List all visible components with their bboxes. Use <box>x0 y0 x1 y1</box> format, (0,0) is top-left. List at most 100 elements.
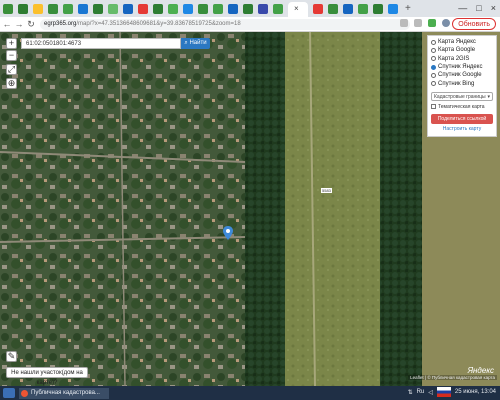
chevron-down-icon: ▾ <box>487 93 490 100</box>
tab-favicon[interactable] <box>3 3 13 14</box>
new-tab-button[interactable]: + <box>405 3 411 14</box>
radio-icon <box>431 72 436 78</box>
satellite-map[interactable]: 5583 <box>0 32 500 386</box>
tab-favicon[interactable] <box>33 3 43 14</box>
map-attribution[interactable]: Leaflet | © Публичная кадастровая карта <box>408 375 497 380</box>
address-bar[interactable]: egrp365.org/map/?x=47.35136648609681&y=3… <box>40 18 410 30</box>
window-controls: — □ × <box>458 3 496 13</box>
zoom-out-button[interactable]: − <box>6 50 17 61</box>
minimize-icon[interactable]: — <box>458 3 467 13</box>
radio-icon <box>431 81 436 87</box>
tab-favicon[interactable] <box>213 3 223 14</box>
thematic-map-checkbox[interactable]: Тематическая карта <box>431 104 493 110</box>
taskbar-item-label: Публичная кадастрова... <box>31 389 100 396</box>
tab-favicon[interactable] <box>388 3 398 14</box>
close-tab-icon[interactable]: × <box>294 4 299 13</box>
yandex-logo: Яндекс <box>467 366 494 375</box>
active-tab[interactable]: × <box>288 2 308 17</box>
update-button[interactable]: Обновить <box>452 18 496 30</box>
location-pin-icon[interactable] <box>223 226 233 240</box>
back-icon[interactable]: ← <box>2 19 12 29</box>
basemap-option[interactable]: Спутник Bing <box>431 79 493 87</box>
edit-icon[interactable]: ✎ <box>6 351 17 362</box>
tab-favicon[interactable] <box>358 3 368 14</box>
tab-favicon[interactable] <box>243 3 253 14</box>
browser-icon <box>21 389 28 397</box>
find-button-label: Найти <box>189 40 207 46</box>
keyboard-layout[interactable]: Ru <box>417 389 425 395</box>
tab-favicon[interactable] <box>258 3 268 14</box>
basemap-option[interactable]: Карта 2GIS <box>431 55 493 63</box>
url-path: /map/?x=47.35136648609681&y=39.836785197… <box>76 21 241 27</box>
basemap-option[interactable]: Карта Яндекс <box>431 38 493 46</box>
system-tray: ⇅ Ru ◁ 25 июня, 13:04 <box>408 387 496 397</box>
zoom-in-button[interactable]: + <box>6 38 17 49</box>
share-link-button[interactable]: Поделиться ссылкой <box>431 113 493 124</box>
tab-favicon[interactable] <box>273 3 283 14</box>
cadastral-search-input[interactable]: 61:02:0501801:4673 <box>21 38 181 49</box>
tab-favicon[interactable] <box>48 3 58 14</box>
browser-toolbar: ← → ↻ egrp365.org/map/?x=47.351366486096… <box>0 17 500 32</box>
layer-panel: Карта Яндекс Карта Google Карта 2GIS Спутни… <box>427 35 497 137</box>
boundaries-select-label: Кадастровые границы <box>434 93 486 100</box>
clock[interactable]: 25 июня, 13:04 <box>455 389 496 395</box>
taskbar: Публичная кадастрова... ⇅ Ru ◁ 25 июня, … <box>0 386 500 400</box>
close-icon[interactable]: × <box>491 3 496 13</box>
parcel-label: 5583 <box>321 188 332 193</box>
tab-favicon[interactable] <box>198 3 208 14</box>
tab-favicon[interactable] <box>343 3 353 14</box>
volume-icon[interactable]: ◁ <box>428 389 433 396</box>
maximize-icon[interactable]: □ <box>476 3 481 13</box>
basemap-option-label: Спутник Яндекс <box>438 64 483 71</box>
not-found-button[interactable]: Не нашли участок(дом на карте)? <box>6 367 88 386</box>
tab-favicon[interactable] <box>138 3 148 14</box>
basemap-option-label: Спутник Google <box>438 72 482 79</box>
radio-icon <box>431 56 436 62</box>
tab-favicon[interactable] <box>123 3 133 14</box>
reload-icon[interactable]: ↻ <box>26 19 36 30</box>
star-icon[interactable] <box>414 19 422 27</box>
url-host: egrp365.org <box>44 21 77 27</box>
tab-favicon[interactable] <box>63 3 73 14</box>
taskbar-browser-item[interactable]: Публичная кадастрова... <box>19 387 109 399</box>
profile-icon[interactable] <box>442 19 450 27</box>
basemap-option-label: Карта Яндекс <box>438 39 476 46</box>
basemap-options: Карта Яндекс Карта Google Карта 2GIS Спутни… <box>431 38 493 88</box>
boundaries-select[interactable]: Кадастровые границы ▾ <box>431 91 493 101</box>
network-icon[interactable]: ⇅ <box>408 389 413 396</box>
share-icon[interactable] <box>400 19 408 27</box>
radio-icon <box>431 64 436 70</box>
locate-icon[interactable]: ⊕ <box>6 78 17 89</box>
tab-favicon[interactable] <box>373 3 383 14</box>
tab-favicon[interactable] <box>108 3 118 14</box>
find-button[interactable]: ⌕ Найти <box>181 38 210 49</box>
thematic-map-label: Тематическая карта <box>438 103 485 110</box>
basemap-option-label: Спутник Bing <box>438 80 475 87</box>
tab-favicon[interactable] <box>183 3 193 14</box>
tab-favicon[interactable] <box>313 3 323 14</box>
setup-map-link[interactable]: Настроить карту <box>431 126 493 132</box>
map-imagery <box>0 32 500 386</box>
basemap-option-label: Карта 2GIS <box>438 55 470 62</box>
basemap-option-label: Карта Google <box>438 47 476 54</box>
fullscreen-icon[interactable]: ⤢ <box>6 64 17 75</box>
browser-tab-strip: × + — □ × <box>0 0 500 17</box>
tab-favicon[interactable] <box>228 3 238 14</box>
tab-favicon[interactable] <box>18 3 28 14</box>
tab-favicon[interactable] <box>93 3 103 14</box>
tab-favicon[interactable] <box>153 3 163 14</box>
tab-favicon[interactable] <box>168 3 178 14</box>
start-menu-button[interactable] <box>3 388 15 398</box>
language-flag-icon[interactable] <box>436 387 451 397</box>
basemap-option[interactable]: Спутник Яндекс <box>431 63 493 71</box>
basemap-option[interactable]: Карта Google <box>431 46 493 54</box>
extension-icon[interactable] <box>428 19 436 27</box>
tab-favicon[interactable] <box>328 3 338 14</box>
radio-icon <box>431 39 436 45</box>
checkbox-icon <box>431 104 436 110</box>
radio-icon <box>431 47 436 53</box>
basemap-option[interactable]: Спутник Google <box>431 71 493 79</box>
tab-favicon[interactable] <box>78 3 88 14</box>
extension-icons <box>400 19 450 27</box>
forward-icon[interactable]: → <box>14 19 24 29</box>
